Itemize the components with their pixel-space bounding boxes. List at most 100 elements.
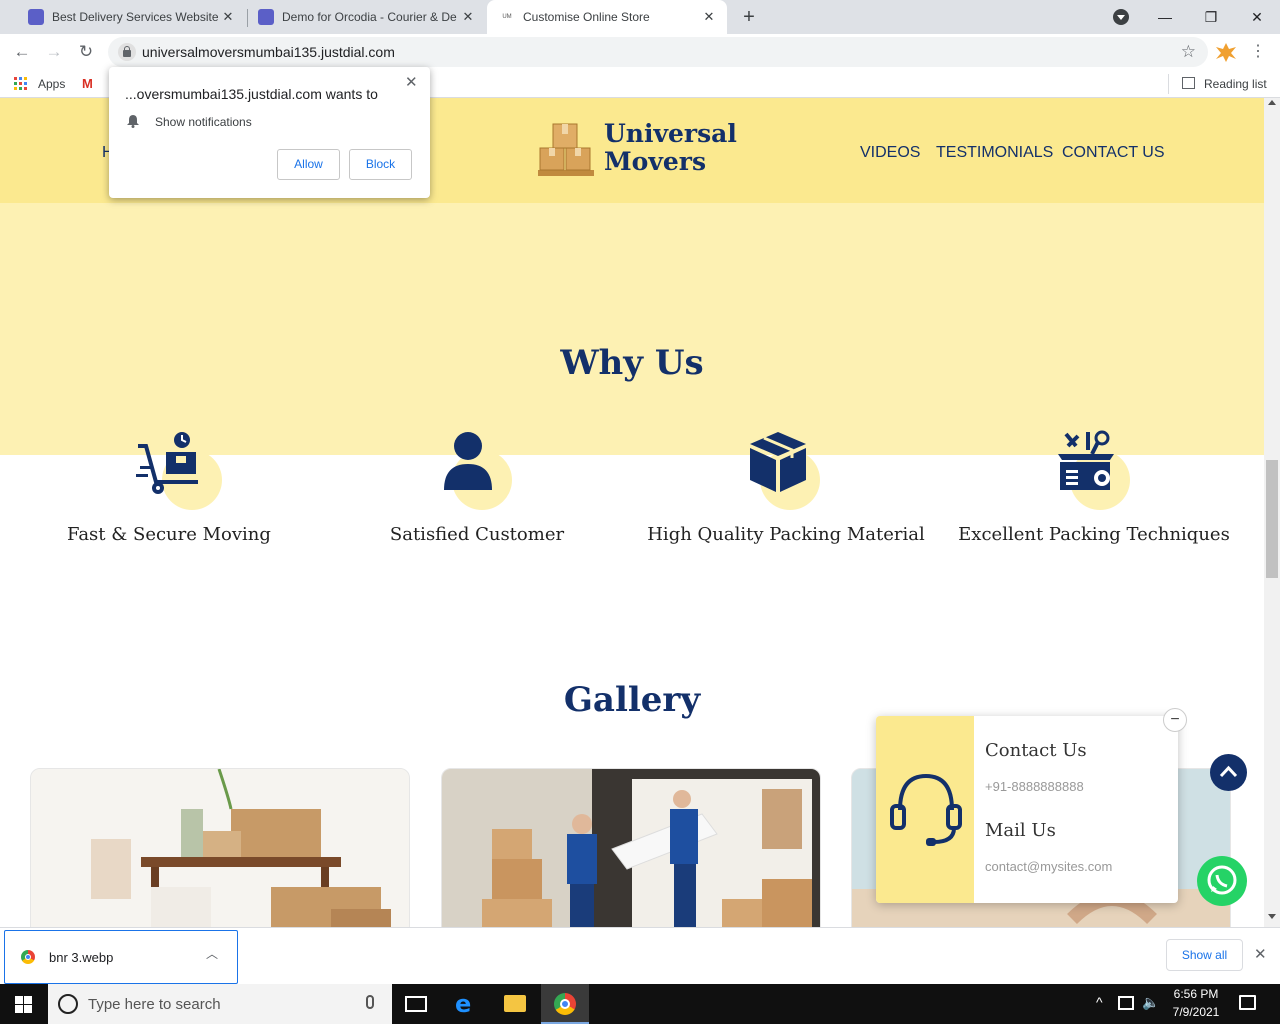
feature-label: High Quality Packing Material <box>647 524 925 545</box>
taskbar-time[interactable]: 6:56 PM <box>1168 987 1224 1001</box>
chevron-up-icon[interactable]: ^ <box>1096 994 1103 1010</box>
close-tab-icon[interactable]: ✕ <box>701 9 717 25</box>
restore-icon[interactable]: ❐ <box>1188 4 1234 30</box>
bookmark-star-icon[interactable]: ☆ <box>1181 42 1196 62</box>
allow-button[interactable]: Allow <box>277 149 340 180</box>
minimize-widget-button[interactable]: − <box>1163 708 1187 732</box>
browser-tab-strip: Best Delivery Services Website Te ✕ Demo… <box>0 0 1280 34</box>
cortana-search-icon <box>58 994 78 1014</box>
close-download-shelf-icon[interactable]: ✕ <box>1254 945 1267 963</box>
network-icon[interactable] <box>1118 996 1134 1010</box>
browser-tab-active[interactable]: UM Customise Online Store ✕ <box>487 0 727 34</box>
browser-tab[interactable]: Best Delivery Services Website Te ✕ <box>8 0 246 34</box>
whatsapp-button[interactable] <box>1197 856 1247 906</box>
apps-bookmark[interactable]: Apps <box>38 77 65 91</box>
site-favicon-icon <box>258 9 274 25</box>
reading-list-button[interactable]: Reading list <box>1204 77 1267 91</box>
chrome-icon <box>21 950 35 964</box>
chrome-taskbar-button[interactable] <box>541 984 589 1024</box>
close-tab-icon[interactable]: ✕ <box>460 9 476 25</box>
notification-center-icon[interactable] <box>1239 995 1256 1010</box>
hand-truck-delivery-icon <box>132 430 222 510</box>
scroll-to-top-button[interactable] <box>1210 754 1247 791</box>
new-tab-button[interactable]: + <box>737 4 761 30</box>
gallery-image[interactable] <box>30 768 410 927</box>
brand-name[interactable]: Universal Movers <box>604 120 737 175</box>
mail-us-title: Mail Us <box>985 820 1056 841</box>
notification-permission-prompt: ...oversmumbai135.justdial.com wants to … <box>109 67 430 198</box>
tab-search-icon[interactable] <box>1113 9 1129 25</box>
menu-kebab-icon[interactable]: ⋮ <box>1250 40 1266 64</box>
bookmark-divider <box>1168 74 1169 94</box>
taskbar-date[interactable]: 7/9/2021 <box>1168 1005 1224 1019</box>
lock-icon[interactable] <box>118 43 136 61</box>
browser-tab[interactable]: Demo for Orcodia - Courier & De ✕ <box>248 0 486 34</box>
moving-boxes-logo-icon[interactable] <box>536 118 598 180</box>
site-favicon-icon: UM <box>502 14 512 20</box>
contact-email[interactable]: contact@mysites.com <box>985 859 1112 874</box>
show-all-button[interactable]: Show all <box>1166 939 1243 971</box>
windows-start-icon[interactable] <box>15 996 32 1013</box>
nav-link-testimonials[interactable]: TESTIMONIALS <box>936 144 1053 162</box>
gallery-title: Gallery <box>563 680 701 720</box>
site-favicon-icon <box>28 9 44 25</box>
file-explorer-icon[interactable] <box>504 995 526 1012</box>
whatsapp-icon <box>1207 865 1237 895</box>
contact-widget-icon-panel <box>876 716 974 903</box>
contact-widget: Contact Us +91-8888888888 Mail Us contac… <box>876 708 1187 903</box>
close-tab-icon[interactable]: ✕ <box>220 9 236 25</box>
close-icon[interactable]: ✕ <box>405 73 418 91</box>
nav-link-videos[interactable]: VIDEOS <box>860 144 920 162</box>
download-item[interactable]: bnr 3.webp ︿ <box>4 930 238 984</box>
taskbar-search-box[interactable]: Type here to search <box>48 984 392 1024</box>
minimize-icon[interactable]: — <box>1142 4 1188 30</box>
brand-line-1: Universal <box>604 119 737 148</box>
scroll-down-icon[interactable] <box>1268 914 1276 919</box>
volume-muted-icon[interactable]: 🔈 <box>1142 994 1159 1011</box>
browser-toolbar: ← → ↻ universalmoversmumbai135.justdial.… <box>0 34 1280 70</box>
chevron-up-icon[interactable]: ︿ <box>206 945 218 962</box>
user-icon <box>430 430 520 510</box>
address-bar[interactable]: universalmoversmumbai135.justdial.com ☆ <box>108 37 1208 67</box>
page-scrollbar[interactable] <box>1264 98 1280 927</box>
windows-taskbar: Type here to search e ^ 🔈 6:56 PM 7/9/20… <box>0 984 1280 1024</box>
reading-list-icon[interactable] <box>1182 77 1195 89</box>
headset-icon <box>890 773 962 846</box>
box-icon <box>740 430 830 510</box>
feature-label: Satisfied Customer <box>389 524 565 545</box>
hero-band <box>0 203 1264 455</box>
contact-us-title: Contact Us <box>985 740 1087 761</box>
prompt-origin-text: ...oversmumbai135.justdial.com wants to <box>125 86 378 102</box>
brand-line-2: Movers <box>604 146 707 176</box>
edge-browser-icon[interactable]: e <box>455 990 471 1018</box>
tab-title: Demo for Orcodia - Courier & De <box>282 10 457 24</box>
permission-text: Show notifications <box>155 115 252 129</box>
why-us-title: Why Us <box>560 343 704 383</box>
microphone-icon[interactable] <box>366 995 374 1009</box>
gallery-image[interactable] <box>441 768 821 927</box>
gmail-icon[interactable]: M <box>82 76 93 91</box>
forward-icon[interactable]: → <box>42 40 66 64</box>
back-icon[interactable]: ← <box>10 40 34 64</box>
block-button[interactable]: Block <box>349 149 412 180</box>
scroll-up-icon[interactable] <box>1268 100 1276 105</box>
extension-icon[interactable] <box>1214 41 1238 63</box>
close-window-icon[interactable]: ✕ <box>1234 4 1280 30</box>
download-shelf: bnr 3.webp ︿ Show all ✕ <box>0 927 1280 984</box>
scrollbar-thumb[interactable] <box>1266 460 1278 578</box>
download-filename: bnr 3.webp <box>49 950 114 965</box>
taskbar-search-placeholder[interactable]: Type here to search <box>88 996 221 1013</box>
toolbox-icon <box>1052 430 1142 510</box>
nav-link-contact[interactable]: CONTACT US <box>1062 144 1165 162</box>
task-view-icon[interactable] <box>405 996 427 1012</box>
apps-grid-icon[interactable] <box>14 77 28 91</box>
chevron-down-icon <box>1117 15 1125 20</box>
chrome-icon <box>554 993 576 1015</box>
bell-icon <box>127 114 139 128</box>
tab-title: Customise Online Store <box>523 10 650 24</box>
tab-title: Best Delivery Services Website Te <box>52 10 220 24</box>
chevron-up-icon <box>1219 765 1238 778</box>
reload-icon[interactable]: ↻ <box>74 40 98 64</box>
url-text[interactable]: universalmoversmumbai135.justdial.com <box>142 44 395 60</box>
contact-phone[interactable]: +91-8888888888 <box>985 779 1084 794</box>
